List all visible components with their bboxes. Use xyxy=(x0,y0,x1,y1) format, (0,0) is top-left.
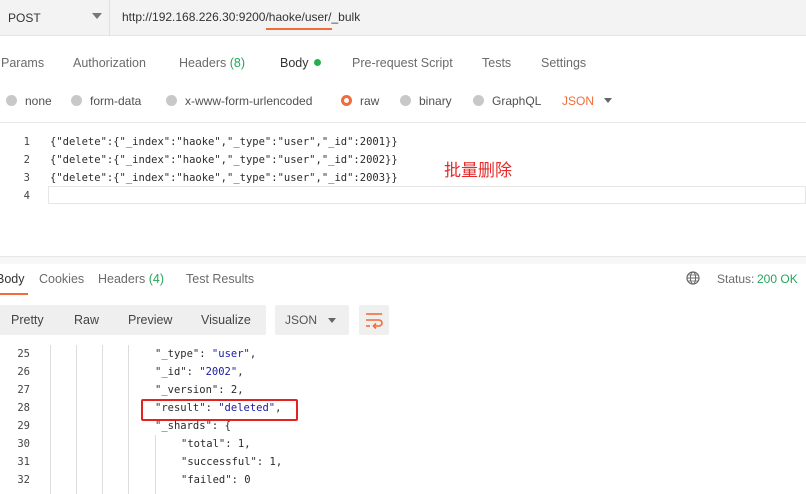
response-line: 25 "_type": "user", xyxy=(0,345,806,363)
response-line: 32 "failed": 0 xyxy=(0,471,806,489)
radio-graphql[interactable]: GraphQL xyxy=(473,94,541,108)
editor-active-line xyxy=(48,186,806,204)
tab-cookies[interactable]: Cookies xyxy=(39,272,84,286)
view-raw-button[interactable]: Raw xyxy=(74,313,99,327)
line-number: 27 xyxy=(17,384,30,396)
result-highlight-box xyxy=(141,399,298,421)
editor-code: {"delete":{"_index":"haoke","_type":"use… xyxy=(50,154,398,166)
radio-raw[interactable]: raw xyxy=(341,94,379,108)
headers-count: (4) xyxy=(148,272,165,286)
editor-line: 2 {"delete":{"_index":"haoke","_type":"u… xyxy=(0,151,806,169)
tab-params[interactable]: Params xyxy=(1,56,44,70)
tab-response-headers[interactable]: Headers (4) xyxy=(98,272,164,286)
modified-dot-icon xyxy=(313,59,321,66)
request-tabs: Params Authorization Headers (8) Body Pr… xyxy=(0,50,806,80)
response-body-viewer[interactable]: 25 "_type": "user", 26 "_id": "2002", 27… xyxy=(0,345,806,494)
view-pretty-button[interactable]: Pretty xyxy=(11,313,44,327)
radio-x-www-form-urlencoded[interactable]: x-www-form-urlencoded xyxy=(166,94,312,108)
url-input[interactable]: http://192.168.226.30:9200/haoke/user/_b… xyxy=(122,10,360,24)
line-number: 3 xyxy=(23,172,30,184)
status-badge[interactable]: 200 OK xyxy=(757,272,798,286)
tab-tests[interactable]: Tests xyxy=(482,56,511,70)
tab-body[interactable]: Body xyxy=(280,56,321,70)
radio-none[interactable]: none xyxy=(6,94,52,108)
editor-line: 3 {"delete":{"_index":"haoke","_type":"u… xyxy=(0,169,806,187)
active-tab-indicator xyxy=(266,28,332,30)
response-code: "_version": 2, xyxy=(155,384,244,396)
line-number: 29 xyxy=(17,420,30,432)
line-number: 31 xyxy=(17,456,30,468)
tab-settings[interactable]: Settings xyxy=(541,56,586,70)
editor-line: 1 {"delete":{"_index":"haoke","_type":"u… xyxy=(0,133,806,151)
radio-dot-icon xyxy=(71,95,82,106)
response-code: "total": 1, xyxy=(181,438,251,450)
response-code: "_type": "user", xyxy=(155,348,257,360)
response-line: 30 "total": 1, xyxy=(0,435,806,453)
body-type-radios: none form-data x-www-form-urlencoded raw… xyxy=(0,90,806,112)
response-line: 31 "successful": 1, xyxy=(0,453,806,471)
tab-headers[interactable]: Headers (8) xyxy=(179,56,245,70)
headers-count: (8) xyxy=(229,56,246,70)
response-code: "_shards": { xyxy=(155,420,231,432)
radio-dot-icon xyxy=(6,95,17,106)
view-mode-bar: Pretty Raw Preview Visualize xyxy=(0,305,266,335)
tab-pre-request-script[interactable]: Pre-request Script xyxy=(352,56,453,70)
chevron-down-icon xyxy=(92,13,102,19)
editor-code: {"delete":{"_index":"haoke","_type":"use… xyxy=(50,136,398,148)
body-format-select[interactable]: JSON xyxy=(562,94,594,108)
tab-test-results[interactable]: Test Results xyxy=(186,272,254,286)
wrap-lines-icon xyxy=(366,313,383,330)
radio-dot-icon xyxy=(473,95,484,106)
line-number: 30 xyxy=(17,438,30,450)
radio-dot-icon xyxy=(400,95,411,106)
radio-form-data[interactable]: form-data xyxy=(71,94,141,108)
response-line: 26 "_id": "2002", xyxy=(0,363,806,381)
pane-divider[interactable] xyxy=(0,256,806,264)
line-number: 1 xyxy=(23,136,30,148)
line-number: 26 xyxy=(17,366,30,378)
response-code: "successful": 1, xyxy=(181,456,283,468)
active-tab-indicator xyxy=(0,293,28,295)
response-format-label: JSON xyxy=(285,313,318,327)
tab-response-body[interactable]: Body xyxy=(0,272,25,286)
radio-binary[interactable]: binary xyxy=(400,94,452,108)
chevron-down-icon[interactable] xyxy=(604,98,612,103)
response-code: "failed": 0 xyxy=(181,474,251,486)
response-format-select[interactable]: JSON xyxy=(275,305,349,335)
chevron-down-icon xyxy=(328,318,336,323)
line-number: 25 xyxy=(17,348,30,360)
tab-authorization[interactable]: Authorization xyxy=(73,56,146,70)
response-line: 29 "_shards": { xyxy=(0,417,806,435)
response-code: "_id": "2002", xyxy=(155,366,244,378)
annotation-label: 批量删除 xyxy=(444,161,512,181)
view-visualize-button[interactable]: Visualize xyxy=(201,313,251,327)
editor-code: {"delete":{"_index":"haoke","_type":"use… xyxy=(50,172,398,184)
view-preview-button[interactable]: Preview xyxy=(128,313,172,327)
line-number: 2 xyxy=(23,154,30,166)
method-select[interactable]: POST xyxy=(0,0,110,36)
response-line: 28 "result": "deleted", xyxy=(0,399,806,417)
wrap-lines-button[interactable] xyxy=(359,305,389,335)
url-bar: POST http://192.168.226.30:9200/haoke/us… xyxy=(0,0,806,36)
radio-selected-icon xyxy=(341,95,352,106)
line-number: 32 xyxy=(17,474,30,486)
status-label: Status: xyxy=(717,272,755,286)
radio-dot-icon xyxy=(166,95,177,106)
response-line: 27 "_version": 2, xyxy=(0,381,806,399)
globe-icon[interactable] xyxy=(686,271,700,285)
line-number: 28 xyxy=(17,402,30,414)
line-number: 4 xyxy=(23,190,30,202)
method-label: POST xyxy=(8,11,41,25)
